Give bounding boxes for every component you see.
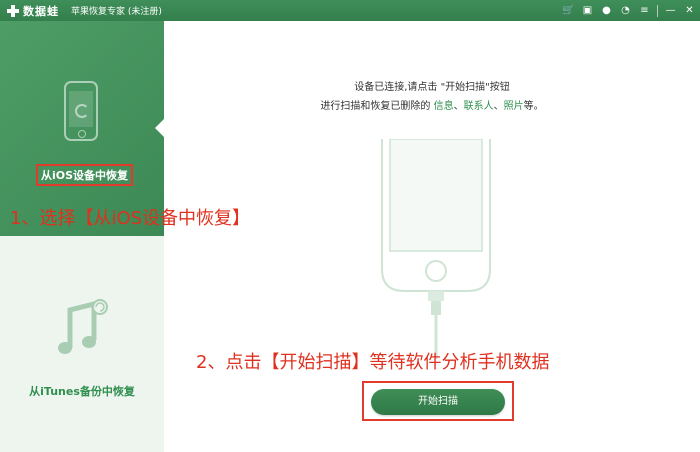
app-name: 数据蛙 — [23, 4, 59, 18]
refresh-icon — [75, 104, 89, 118]
link-contacts[interactable]: 联系人 — [464, 101, 494, 112]
chat-icon[interactable]: ◔ — [619, 5, 632, 16]
menu-icon[interactable]: ≡ — [638, 5, 651, 16]
instruction-line-1: 设备已连接,请点击 "开始扫描"按钮 — [354, 82, 510, 93]
phone-refresh-icon — [64, 81, 98, 141]
step-2-annotation: 2、点击【开始扫描】等待软件分析手机数据 — [196, 352, 550, 373]
cart-icon[interactable]: 🛒 — [562, 5, 575, 16]
gift-icon[interactable]: ▣ — [581, 5, 594, 16]
music-refresh-icon — [58, 299, 108, 354]
divider — [657, 4, 658, 17]
link-messages[interactable]: 信息 — [434, 101, 454, 112]
app-subtitle: 苹果恢复专家 (未注册) — [71, 7, 162, 17]
sidebar-item-itunes-backup[interactable]: 从iTunes备份中恢复 — [0, 383, 164, 399]
app-logo: 数据蛙 — [6, 3, 59, 19]
user-icon[interactable]: ● — [600, 5, 613, 16]
plus-logo-icon — [6, 4, 20, 18]
title-controls: 🛒 ▣ ● ◔ ≡ — ✕ — [562, 0, 696, 21]
start-scan-button[interactable]: 开始扫描 — [371, 389, 505, 415]
sidebar: 从iOS设备中恢复 从iTunes备份中恢复 — [0, 21, 164, 452]
close-icon[interactable]: ✕ — [683, 5, 696, 16]
step-1-annotation: 1、选择【从iOS设备中恢复】 — [10, 208, 251, 229]
connected-phone-illustration — [381, 139, 491, 359]
active-pointer-icon — [155, 119, 164, 137]
minimize-icon[interactable]: — — [664, 5, 677, 16]
instruction-line-2: 进行扫描和恢复已删除的 信息、联系人、照片等。 — [320, 101, 544, 112]
sidebar-item-label: 从iOS设备中恢复 — [36, 164, 134, 186]
title-bar: 数据蛙 苹果恢复专家 (未注册) 🛒 ▣ ● ◔ ≡ — ✕ — [0, 0, 700, 21]
link-photos[interactable]: 照片 — [504, 101, 524, 112]
